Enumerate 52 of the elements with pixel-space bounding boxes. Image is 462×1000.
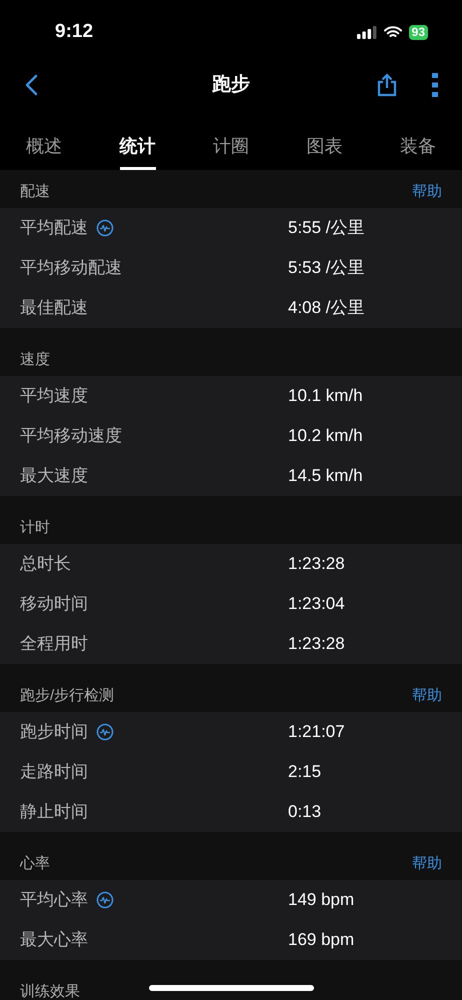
- stat-value: 2:15: [288, 761, 322, 784]
- section-header: 配速: [20, 182, 50, 202]
- stat-value: 169 bpm: [288, 929, 354, 952]
- page-title: 跑步: [212, 72, 250, 97]
- wifi-icon: [384, 26, 402, 38]
- stat-label: 走路时间: [20, 761, 88, 784]
- stat-label: 移动时间: [20, 593, 88, 616]
- pulse-icon[interactable]: [96, 723, 114, 741]
- battery-indicator: 93: [408, 24, 428, 40]
- stat-value: 149 bpm: [288, 889, 354, 912]
- stat-value: 10.1 km/h: [288, 385, 363, 408]
- share-icon[interactable]: [376, 73, 398, 97]
- stat-label: 平均速度: [20, 385, 88, 408]
- stat-label: 跑步时间: [20, 721, 88, 744]
- tab[interactable]: 装备: [400, 110, 436, 170]
- stat-label: 平均移动配速: [20, 257, 122, 280]
- stat-value: 5:53 /公里: [288, 257, 365, 280]
- stat-label: 最大心率: [20, 929, 88, 952]
- signal-icon: [356, 26, 377, 38]
- stat-value: 10.2 km/h: [288, 425, 363, 448]
- help-link[interactable]: 帮助: [412, 684, 442, 707]
- clock-time: 9:12: [55, 20, 94, 44]
- section-header: 训练效果: [20, 982, 80, 1000]
- back-icon[interactable]: [24, 74, 38, 96]
- pulse-icon[interactable]: [96, 219, 114, 237]
- stat-value: 1:23:04: [288, 593, 345, 616]
- stat-label: 全程用时: [20, 633, 88, 656]
- help-link[interactable]: 帮助: [412, 180, 442, 203]
- section-header: 计时: [20, 518, 50, 538]
- stat-label: 最大速度: [20, 465, 88, 488]
- stat-label: 总时长: [20, 553, 71, 576]
- pulse-icon[interactable]: [96, 891, 114, 909]
- stat-value: 1:21:07: [288, 721, 345, 744]
- stat-label: 静止时间: [20, 801, 88, 824]
- section-header: 心率: [20, 854, 50, 874]
- help-link[interactable]: 帮助: [412, 852, 442, 875]
- tab[interactable]: 图表: [306, 110, 342, 170]
- stat-value: 4:08 /公里: [288, 297, 365, 320]
- tab[interactable]: 概述: [26, 110, 62, 170]
- stat-label: 最佳配速: [20, 297, 88, 320]
- stat-value: 5:55 /公里: [288, 217, 365, 240]
- more-icon[interactable]: [432, 73, 438, 97]
- stat-value: 0:13: [288, 801, 322, 824]
- stat-value: 14.5 km/h: [288, 465, 363, 488]
- section-header: 跑步/步行检测: [20, 686, 114, 706]
- stat-value: 1:23:28: [288, 633, 345, 656]
- section-header: 速度: [20, 350, 50, 370]
- stat-label: 平均移动速度: [20, 425, 122, 448]
- tab[interactable]: 计圈: [213, 110, 249, 170]
- stat-value: 1:23:28: [288, 553, 345, 576]
- stat-label: 平均配速: [20, 217, 88, 240]
- stat-label: 平均心率: [20, 889, 88, 912]
